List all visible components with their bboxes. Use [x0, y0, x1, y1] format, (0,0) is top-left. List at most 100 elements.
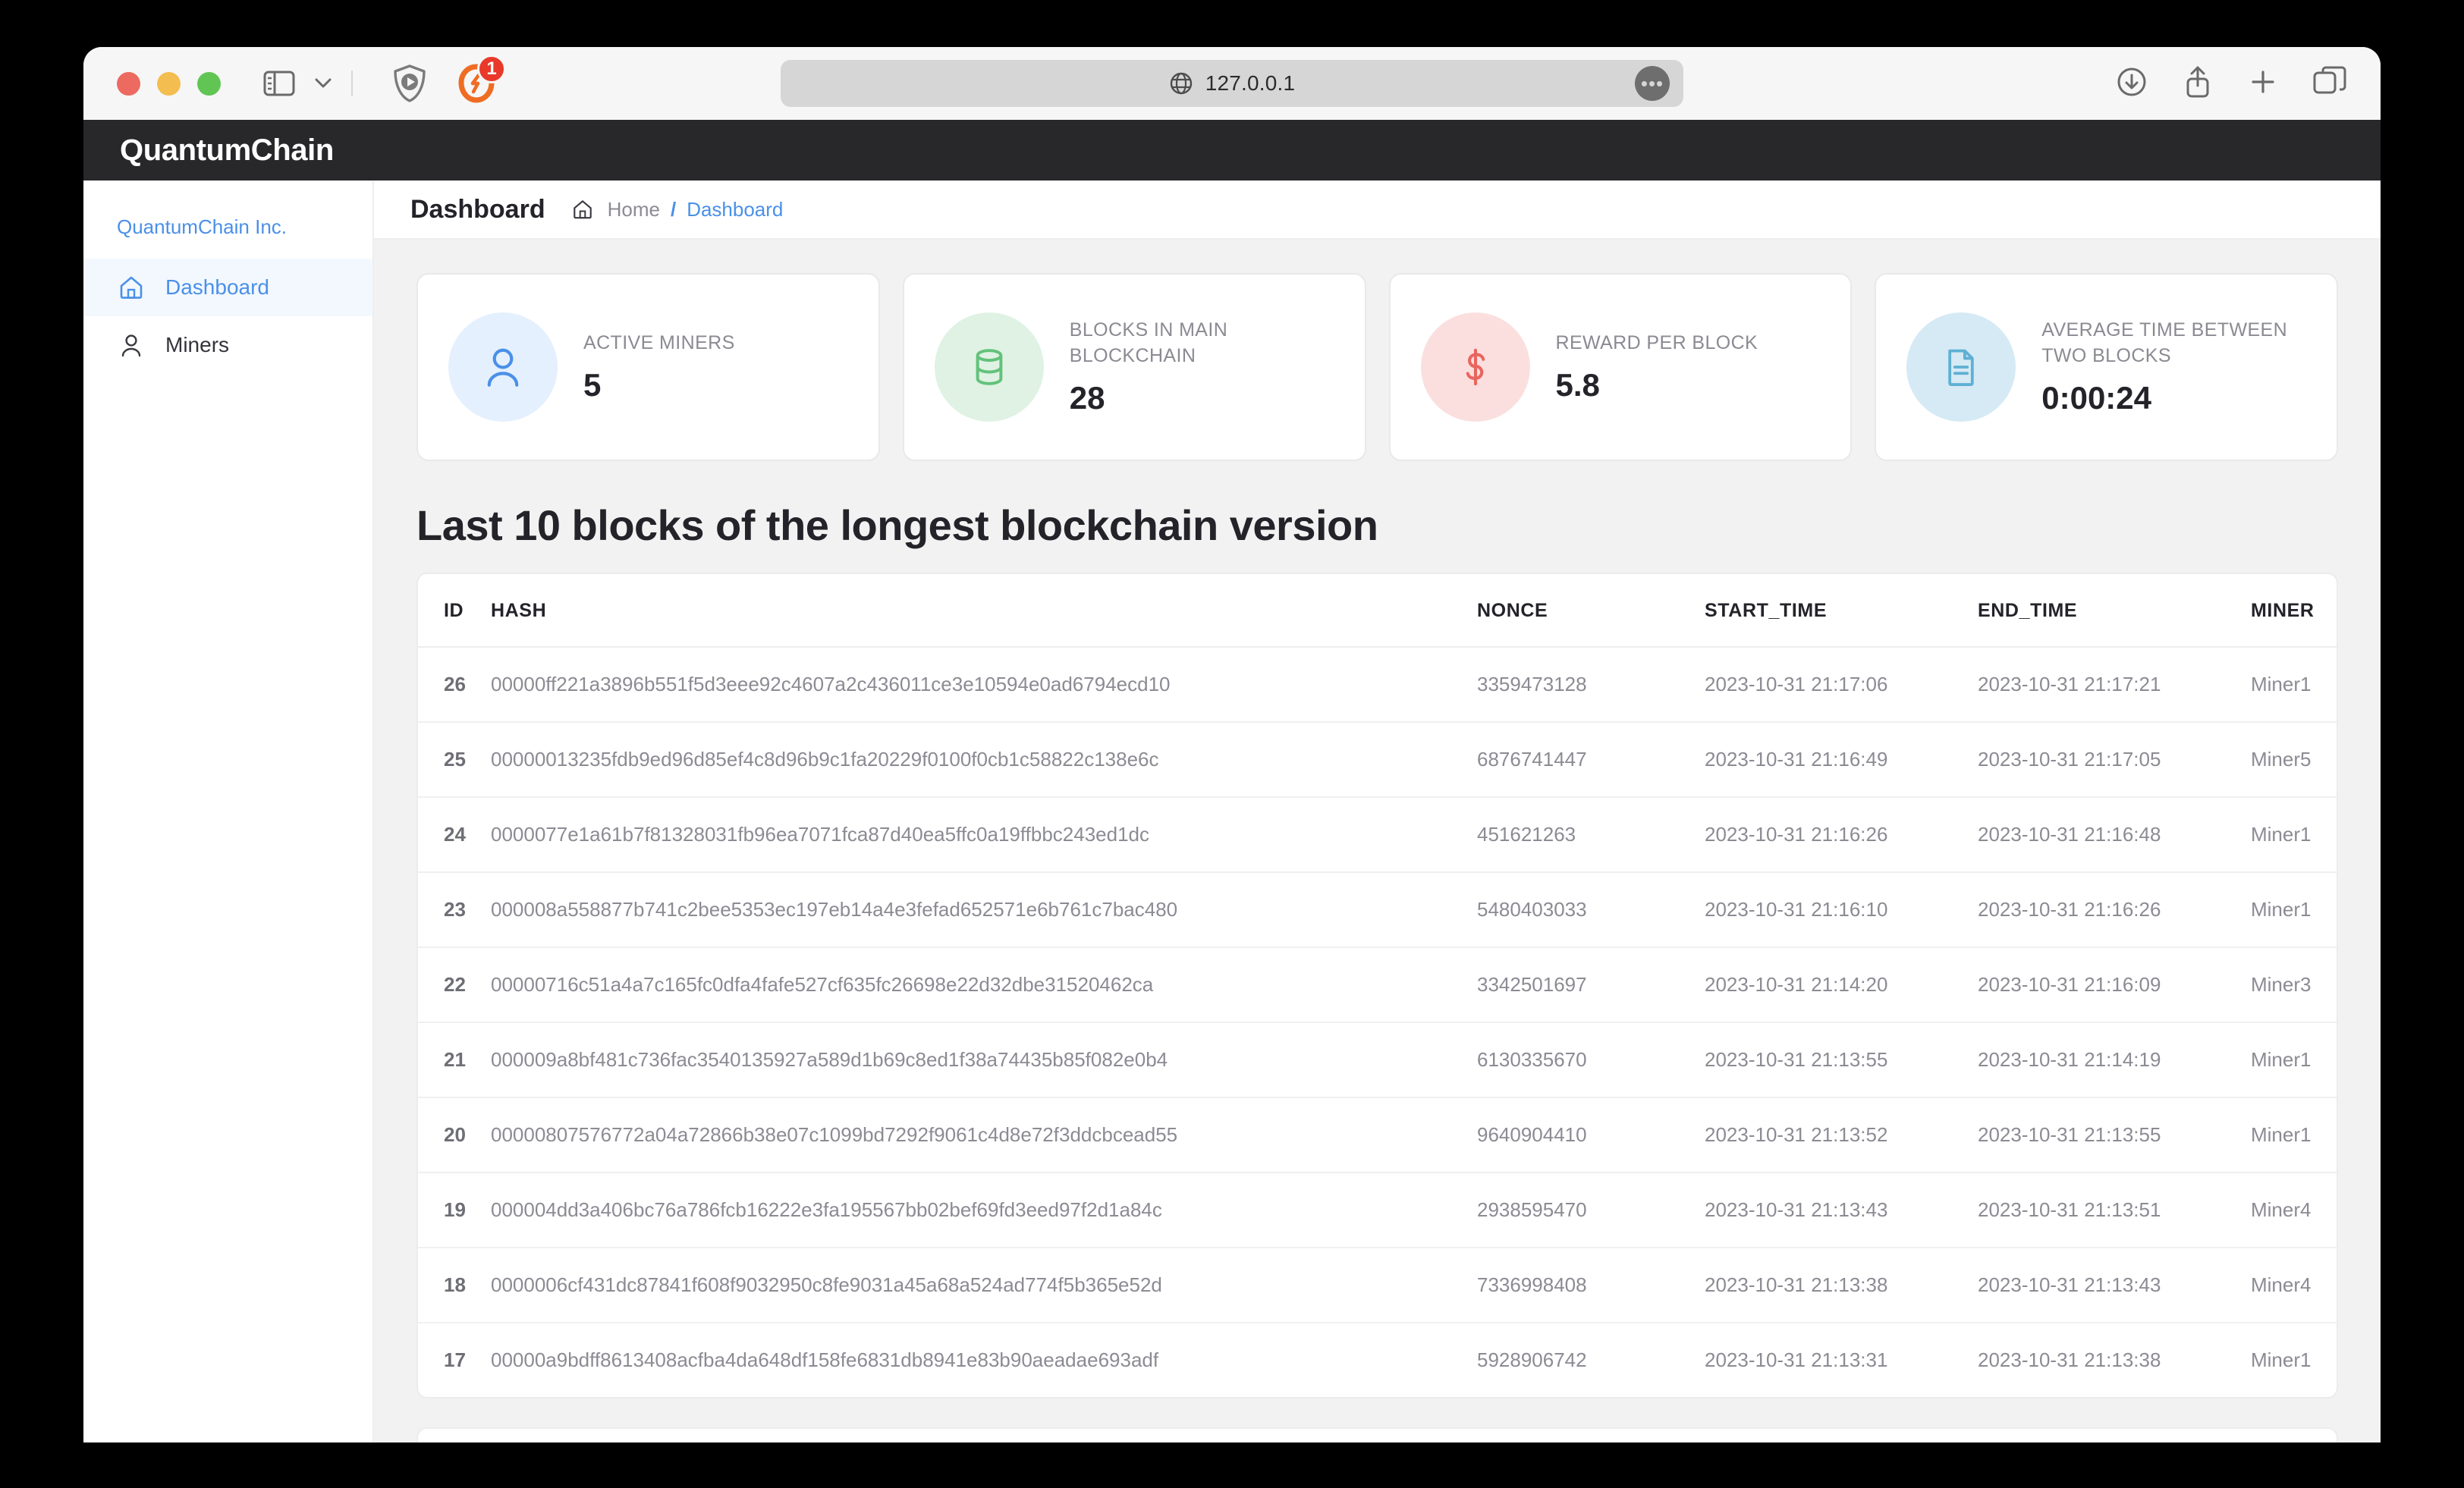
- cell-hash: 00000013235fdb9ed96d85ef4c8d96b9c1fa2022…: [491, 722, 1477, 797]
- stat-card-blocks-in-main-blockchain: Blocks in main blockchain 28: [903, 273, 1366, 461]
- sidebar-org-link[interactable]: QuantumChain Inc.: [83, 202, 372, 259]
- cell-start-time: 2023-10-31 21:14:20: [1705, 947, 1978, 1022]
- cell-end-time: 2023-10-31 21:14:19: [1978, 1022, 2251, 1097]
- column-header-nonce[interactable]: NONCE: [1477, 574, 1705, 647]
- cell-nonce: 5480403033: [1477, 872, 1705, 947]
- column-header-start-time[interactable]: START_TIME: [1705, 574, 1978, 647]
- cell-id: 19: [418, 1173, 491, 1248]
- column-header-hash[interactable]: HASH: [491, 574, 1477, 647]
- scroll-area[interactable]: Active miners 5: [374, 240, 2381, 1442]
- cell-end-time: 2023-10-31 21:13:43: [1978, 1248, 2251, 1323]
- cell-nonce: 3359473128: [1477, 647, 1705, 722]
- browser-window: 1 127.0.0.1 •••: [83, 47, 2381, 1442]
- table-row[interactable]: 2600000ff221a3896b551f5d3eee92c4607a2c43…: [418, 647, 2338, 722]
- cell-id: 23: [418, 872, 491, 947]
- cell-id: 25: [418, 722, 491, 797]
- page-settings-button[interactable]: •••: [1635, 66, 1670, 101]
- cell-miner: Miner1: [2251, 1022, 2338, 1097]
- column-header-miner[interactable]: MINER: [2251, 574, 2338, 647]
- share-button[interactable]: [2182, 64, 2214, 104]
- home-icon: [117, 273, 146, 302]
- table-row[interactable]: 23000008a558877b741c2bee5353ec197eb14a4e…: [418, 872, 2338, 947]
- cell-miner: Miner5: [2251, 722, 2338, 797]
- stat-label: Active miners: [583, 331, 735, 356]
- sidebar-toggle-button[interactable]: [263, 70, 295, 97]
- cell-nonce: 451621263: [1477, 797, 1705, 872]
- table-row[interactable]: 180000006cf431dc87841f608f9032950c8fe903…: [418, 1248, 2338, 1323]
- cell-end-time: 2023-10-31 21:13:55: [1978, 1097, 2251, 1173]
- column-header-end-time[interactable]: END_TIME: [1978, 574, 2251, 647]
- cell-hash: 00000ff221a3896b551f5d3eee92c4607a2c4360…: [491, 647, 1477, 722]
- blocks-table: ID HASH NONCE START_TIME END_TIME MINER …: [418, 574, 2338, 1397]
- downloads-button[interactable]: [2115, 65, 2148, 102]
- cell-start-time: 2023-10-31 21:13:52: [1705, 1097, 1978, 1173]
- column-header-id[interactable]: ID: [418, 574, 491, 647]
- shield-play-icon: [392, 64, 427, 103]
- sidebar-item-dashboard[interactable]: Dashboard: [83, 259, 372, 316]
- blocks-table-title: Last 10 blocks of the longest blockchain…: [416, 501, 2338, 550]
- sidebar-dropdown-button[interactable]: [312, 74, 335, 93]
- table-row[interactable]: 1700000a9bdff8613408acfba4da648df158fe68…: [418, 1323, 2338, 1397]
- dollar-icon: [1421, 312, 1530, 422]
- cell-nonce: 9640904410: [1477, 1097, 1705, 1173]
- cell-end-time: 2023-10-31 21:17:05: [1978, 722, 2251, 797]
- toolbar-right-actions: [2115, 64, 2347, 104]
- cell-start-time: 2023-10-31 21:16:26: [1705, 797, 1978, 872]
- extension-button[interactable]: 1: [457, 64, 495, 103]
- cell-nonce: 3342501697: [1477, 947, 1705, 1022]
- address-bar[interactable]: 127.0.0.1 •••: [781, 60, 1683, 107]
- cell-hash: 000009a8bf481c736fac3540135927a589d1b69c…: [491, 1022, 1477, 1097]
- cell-start-time: 2023-10-31 21:13:31: [1705, 1323, 1978, 1397]
- app-brand: QuantumChain: [120, 133, 334, 168]
- globe-icon: [1169, 71, 1193, 96]
- cell-hash: 0000006cf431dc87841f608f9032950c8fe9031a…: [491, 1248, 1477, 1323]
- minimize-window-button[interactable]: [157, 72, 181, 96]
- chevron-down-icon: [312, 75, 335, 90]
- blocks-table-card: ID HASH NONCE START_TIME END_TIME MINER …: [416, 573, 2338, 1399]
- table-row[interactable]: 19000004dd3a406bc76a786fcb16222e3fa19556…: [418, 1173, 2338, 1248]
- stat-label: Blocks in main blockchain: [1070, 318, 1334, 369]
- table-row[interactable]: 21000009a8bf481c736fac3540135927a589d1b6…: [418, 1022, 2338, 1097]
- app-body: QuantumChain Inc. Dashboard: [83, 181, 2381, 1442]
- cell-end-time: 2023-10-31 21:16:48: [1978, 797, 2251, 872]
- table-row[interactable]: 2000000807576772a04a72866b38e07c1099bd72…: [418, 1097, 2338, 1173]
- breadcrumb-current[interactable]: Dashboard: [687, 198, 783, 221]
- tab-overview-button[interactable]: [2312, 66, 2347, 102]
- close-window-button[interactable]: [117, 72, 140, 96]
- cell-end-time: 2023-10-31 21:17:21: [1978, 647, 2251, 722]
- table-row[interactable]: 240000077e1a61b7f81328031fb96ea7071fca87…: [418, 797, 2338, 872]
- database-icon: [935, 312, 1044, 422]
- user-icon: [117, 331, 146, 359]
- blocks-table-body: 2600000ff221a3896b551f5d3eee92c4607a2c43…: [418, 647, 2338, 1397]
- cell-id: 21: [418, 1022, 491, 1097]
- cell-nonce: 6130335670: [1477, 1022, 1705, 1097]
- breadcrumb-home[interactable]: Home: [608, 198, 660, 221]
- page-title: Dashboard: [410, 195, 545, 224]
- cell-miner: Miner3: [2251, 947, 2338, 1022]
- cell-hash: 00000716c51a4a7c165fc0dfa4fafe527cf635fc…: [491, 947, 1477, 1022]
- cell-start-time: 2023-10-31 21:13:43: [1705, 1173, 1978, 1248]
- shield-button[interactable]: [392, 64, 427, 103]
- new-tab-button[interactable]: [2247, 66, 2279, 102]
- app-header: QuantumChain: [83, 120, 2381, 181]
- breadcrumb-bar: Dashboard Home / Dashboard: [374, 181, 2381, 240]
- breadcrumb: Home / Dashboard: [571, 198, 784, 221]
- all-blockchains-card: All Blockchains: [416, 1427, 2338, 1442]
- download-icon: [2115, 65, 2148, 99]
- table-row[interactable]: 2200000716c51a4a7c165fc0dfa4fafe527cf635…: [418, 947, 2338, 1022]
- home-icon: [571, 198, 594, 221]
- cell-hash: 00000807576772a04a72866b38e07c1099bd7292…: [491, 1097, 1477, 1173]
- table-row[interactable]: 2500000013235fdb9ed96d85ef4c8d96b9c1fa20…: [418, 722, 2338, 797]
- plus-icon: [2247, 66, 2279, 98]
- stat-cards: Active miners 5: [416, 273, 2338, 461]
- cell-hash: 0000077e1a61b7f81328031fb96ea7071fca87d4…: [491, 797, 1477, 872]
- stat-value: 28: [1070, 380, 1334, 416]
- cell-nonce: 2938595470: [1477, 1173, 1705, 1248]
- table-header-row: ID HASH NONCE START_TIME END_TIME MINER: [418, 574, 2338, 647]
- sidebar-toggle-icon: [263, 70, 295, 97]
- extension-badge: 1: [477, 55, 506, 83]
- url-text: 127.0.0.1: [1205, 71, 1296, 96]
- cell-miner: Miner1: [2251, 1097, 2338, 1173]
- maximize-window-button[interactable]: [197, 72, 221, 96]
- sidebar-item-miners[interactable]: Miners: [83, 316, 372, 374]
